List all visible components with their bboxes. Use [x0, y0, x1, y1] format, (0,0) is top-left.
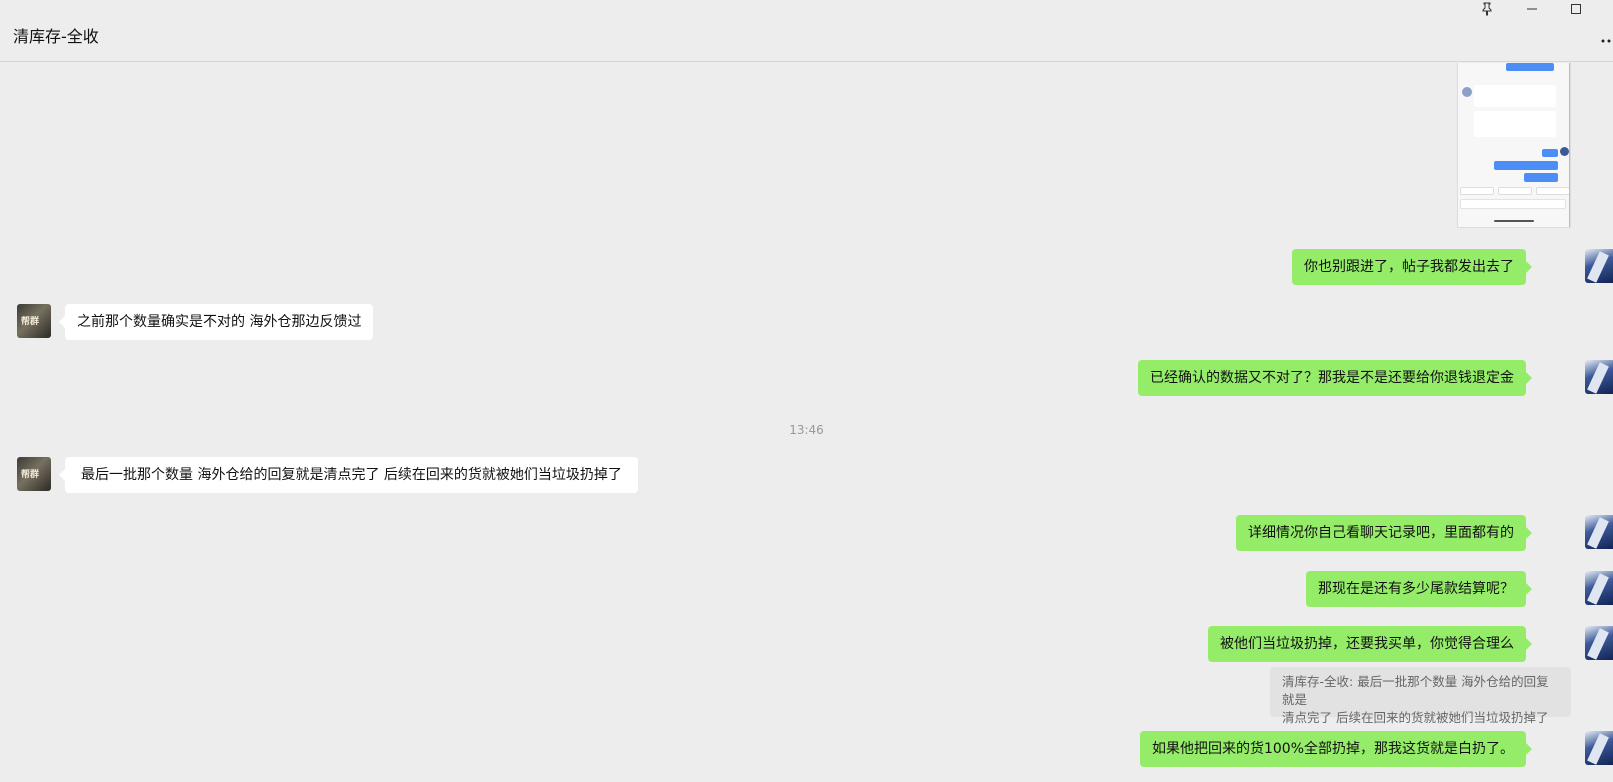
maximize-icon[interactable]	[1566, 2, 1586, 22]
avatar-contact[interactable]: 帮群	[17, 304, 51, 338]
avatar-self[interactable]	[1585, 515, 1613, 549]
avatar-self[interactable]	[1585, 249, 1613, 283]
quoted-message-line: 清点完了 后续在回来的货就被她们当垃圾扔掉了	[1282, 710, 1549, 725]
message-bubble-sent[interactable]: 详细情况你自己看聊天记录吧，里面都有的	[1236, 515, 1532, 551]
avatar-self[interactable]	[1585, 626, 1613, 660]
avatar-self[interactable]	[1585, 360, 1613, 394]
image-message[interactable]	[1457, 63, 1571, 228]
message-bubble-sent[interactable]: 那现在是还有多少尾款结算呢？	[1306, 571, 1532, 607]
avatar-contact[interactable]: 帮群	[17, 457, 51, 491]
avatar-self[interactable]	[1585, 571, 1613, 605]
chat-header: 清库存-全收	[0, 0, 1613, 62]
chat-title: 清库存-全收	[13, 27, 99, 46]
minimize-icon[interactable]	[1522, 2, 1542, 22]
message-bubble-received[interactable]: 之前那个数量确实是不对的 海外仓那边反馈过	[58, 304, 374, 340]
message-timestamp: 13:46	[789, 423, 824, 437]
quoted-message[interactable]: 清库存-全收: 最后一批那个数量 海外仓给的回复就是 清点完了 后续在回来的货就…	[1270, 667, 1571, 725]
quoted-message-line: 清库存-全收: 最后一批那个数量 海外仓给的回复就是	[1282, 674, 1549, 707]
message-bubble-sent[interactable]: 被他们当垃圾扔掉，还要我买单，你觉得合理么	[1208, 626, 1532, 662]
message-bubble-received[interactable]: 最后一批那个数量 海外仓给的回复就是清点完了 后续在回来的货就被她们当垃圾扔掉了	[59, 457, 638, 493]
message-bubble-sent[interactable]: 你也别跟进了，帖子我都发出去了	[1292, 249, 1532, 285]
message-bubble-sent[interactable]: 如果他把回来的货100%全部扔掉，那我这货就是白扔了。	[1139, 731, 1533, 767]
more-icon[interactable]	[1601, 32, 1611, 48]
message-list[interactable]: 你也别跟进了，帖子我都发出去了 帮群 之前那个数量确实是不对的 海外仓那边反馈过…	[0, 63, 1613, 782]
pin-icon[interactable]	[1477, 2, 1497, 22]
message-bubble-sent[interactable]: 已经确认的数据又不对了？那我是不是还要给你退钱退定金	[1138, 360, 1532, 396]
chat-window: 清库存-全收 你也别跟进了，帖子我都发出去了 帮群 之前那个数量确实是不对的 海…	[0, 0, 1613, 782]
avatar-self[interactable]	[1585, 731, 1613, 765]
